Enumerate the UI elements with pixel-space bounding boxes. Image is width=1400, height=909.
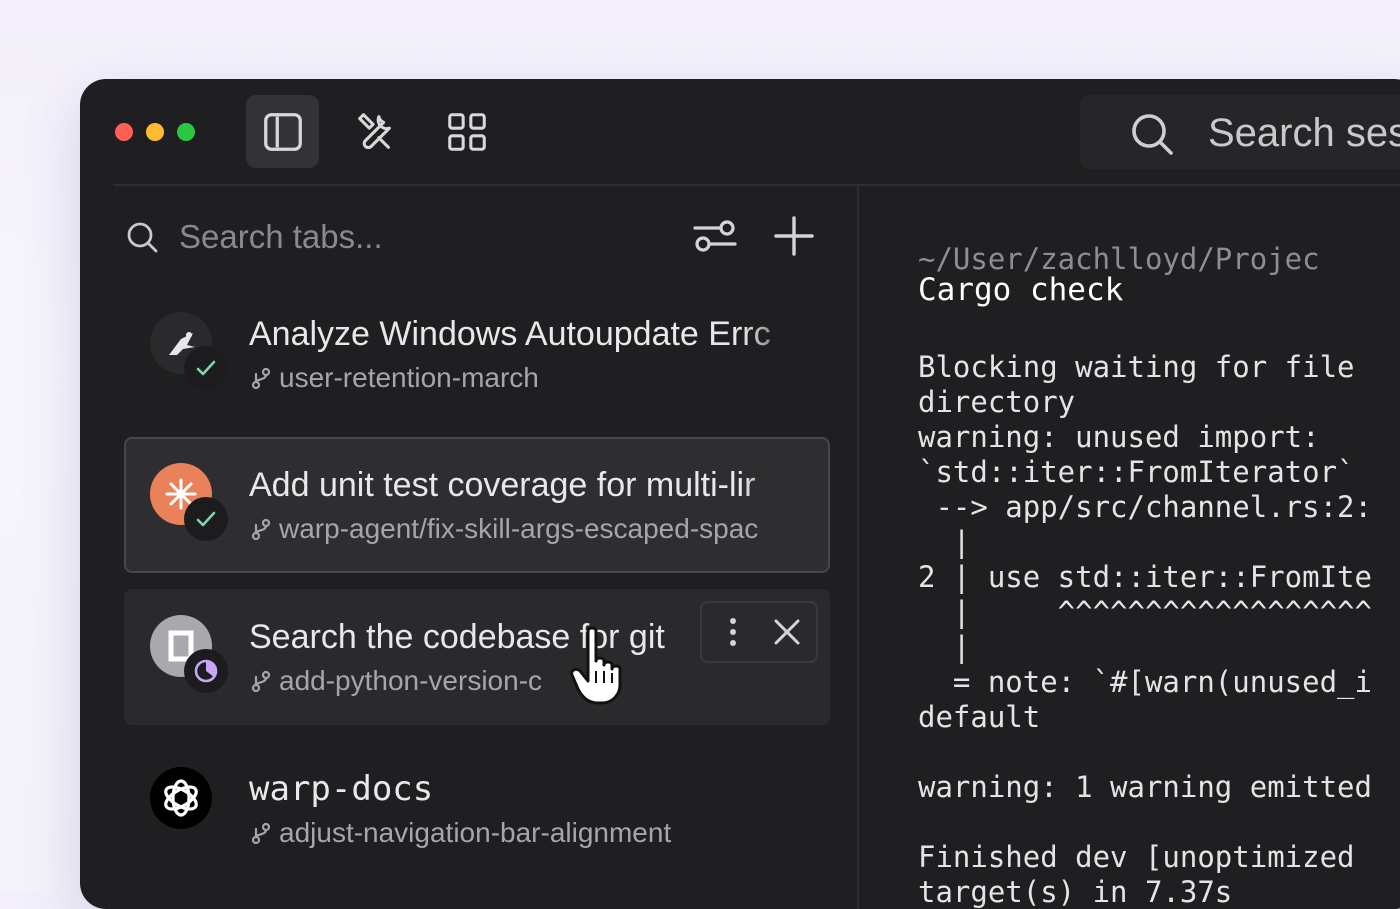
hand-cursor-icon bbox=[570, 626, 622, 705]
terminal-line: --> app/src/channel.rs:2: bbox=[918, 490, 1372, 524]
terminal-line: | ^^^^^^^^^^^^^^^^^^ bbox=[918, 595, 1372, 629]
terminal-line: = note: `#[warn(unused_i bbox=[918, 665, 1372, 699]
search-icon bbox=[1132, 114, 1173, 155]
tab-search-input[interactable]: Search tabs... bbox=[179, 217, 383, 257]
sidebar-icon bbox=[263, 112, 302, 151]
terminal-line: 2 | use std::iter::FromIte bbox=[918, 560, 1372, 594]
tab-branch: user-retention-march bbox=[249, 361, 809, 395]
tab-title: Search the codebase for git bbox=[249, 618, 665, 656]
terminal-line: `std::iter::FromIterator` bbox=[918, 455, 1355, 489]
terminal-line: | bbox=[918, 630, 971, 664]
new-tab-button[interactable] bbox=[772, 214, 816, 258]
maximize-window-button[interactable] bbox=[177, 123, 195, 141]
tab-item-selected[interactable]: Add unit test coverage for multi-lir war… bbox=[124, 437, 830, 573]
header-divider bbox=[113, 184, 1400, 186]
check-icon bbox=[184, 497, 228, 541]
search-icon bbox=[127, 222, 158, 253]
terminal-output[interactable]: ~/User/zachlloyd/Projec Cargo check Blocki… bbox=[918, 242, 1372, 909]
apps-button[interactable] bbox=[430, 95, 503, 168]
tab-item[interactable]: Analyze Windows Autoupdate Errc user-ret… bbox=[124, 286, 830, 422]
tab-title: warp-docs bbox=[249, 769, 434, 809]
terminal-line: Finished dev [unoptimized bbox=[918, 840, 1355, 874]
terminal-line: directory bbox=[918, 385, 1076, 419]
tab-item[interactable]: warp-docs adjust-navigation-bar-alignmen… bbox=[124, 741, 830, 877]
progress-icon bbox=[184, 649, 228, 693]
branch-icon bbox=[251, 518, 271, 541]
terminal-line: target(s) in 7.37s bbox=[918, 875, 1233, 909]
tab-branch: add-python-version-c bbox=[249, 664, 569, 698]
tab-title: Add unit test coverage for multi-lir bbox=[249, 466, 756, 504]
tools-icon bbox=[357, 112, 391, 149]
tab-branch: warp-agent/fix-skill-args-escaped-spac bbox=[249, 512, 809, 546]
terminal-line: | bbox=[918, 525, 971, 559]
terminal-lines: Blocking waiting for file directory warnin… bbox=[918, 350, 1372, 909]
more-options-icon[interactable] bbox=[716, 615, 750, 649]
branch-icon bbox=[251, 367, 271, 390]
tab-actions bbox=[700, 601, 818, 663]
session-search-placeholder: Search ses bbox=[1208, 111, 1400, 155]
close-icon[interactable] bbox=[770, 615, 804, 649]
tools-button[interactable] bbox=[338, 95, 411, 168]
app-window: Search ses Search tabs... Analyze Window… bbox=[80, 79, 1400, 909]
pane-divider[interactable] bbox=[857, 186, 859, 909]
terminal-line: warning: unused import: bbox=[918, 420, 1320, 454]
terminal-line: Blocking waiting for file bbox=[918, 350, 1355, 384]
terminal-line: warning: 1 warning emitted bbox=[918, 770, 1372, 804]
terminal-line: default bbox=[918, 700, 1041, 734]
sidebar-toggle-button[interactable] bbox=[246, 95, 319, 168]
tab-search: Search tabs... bbox=[124, 214, 824, 264]
branch-icon bbox=[251, 670, 271, 693]
tab-item-hovered[interactable]: Search the codebase for git add-python-v… bbox=[124, 589, 830, 725]
check-icon bbox=[184, 346, 228, 390]
branch-icon bbox=[251, 822, 271, 845]
filter-icon[interactable] bbox=[691, 214, 739, 258]
grid-icon bbox=[447, 112, 486, 151]
terminal-command: Cargo check bbox=[918, 272, 1124, 308]
tab-branch: adjust-navigation-bar-alignment bbox=[249, 816, 809, 850]
tab-title: Analyze Windows Autoupdate Errc bbox=[249, 315, 771, 353]
close-window-button[interactable] bbox=[115, 123, 133, 141]
openai-icon bbox=[150, 767, 212, 829]
minimize-window-button[interactable] bbox=[146, 123, 164, 141]
session-search[interactable]: Search ses bbox=[1080, 95, 1400, 169]
